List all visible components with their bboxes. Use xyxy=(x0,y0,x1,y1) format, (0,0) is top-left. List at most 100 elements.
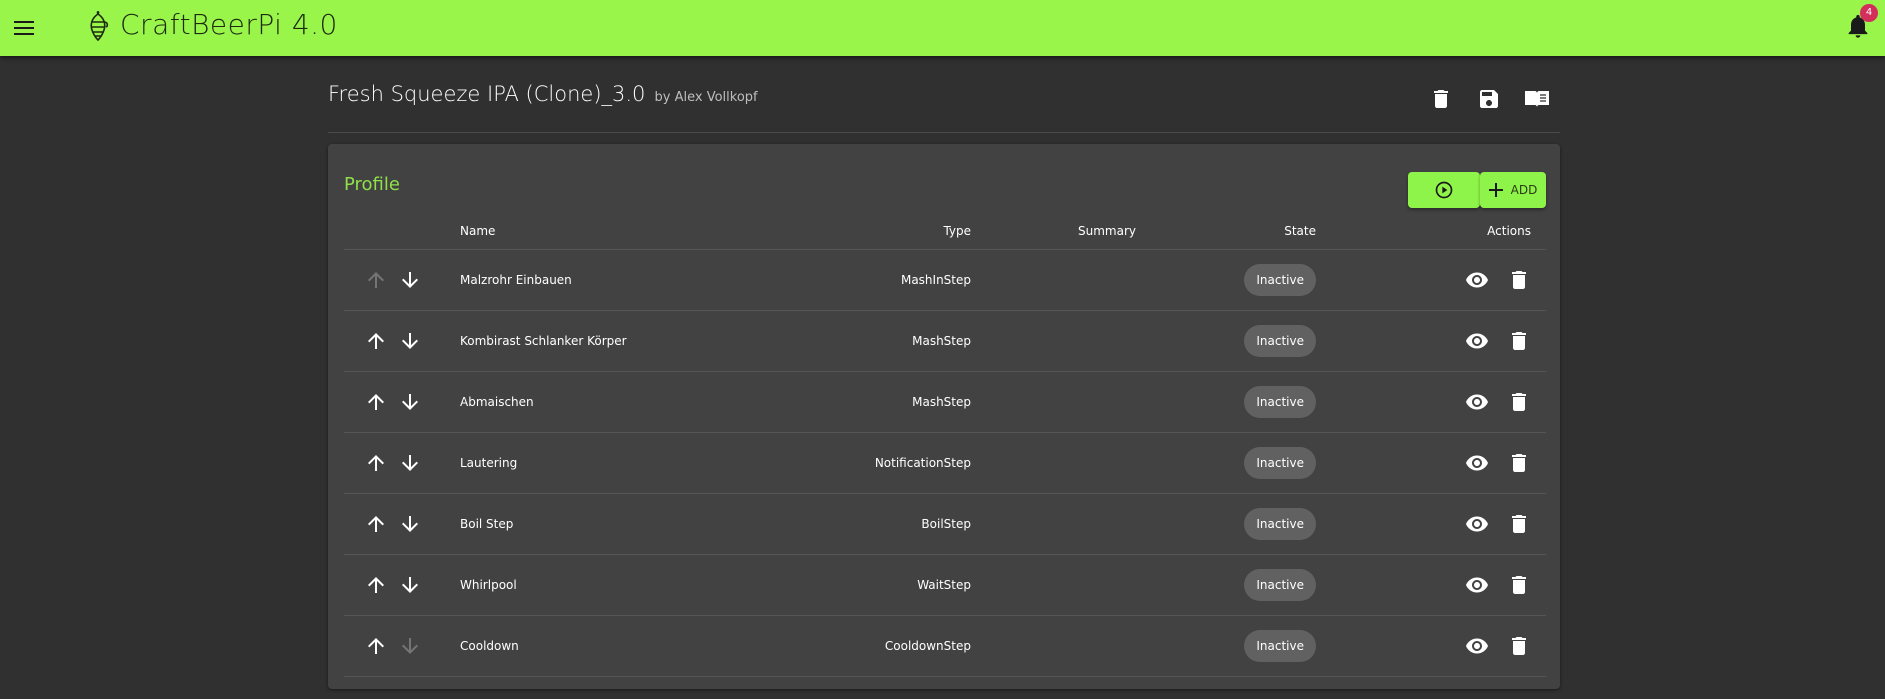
state-chip: Inactive xyxy=(1244,446,1316,479)
state-cell: Inactive xyxy=(1136,432,1316,494)
state-column-header: State xyxy=(1136,214,1316,250)
view-icon[interactable] xyxy=(1465,573,1489,597)
delete-step-icon[interactable] xyxy=(1507,268,1531,292)
type-column-header: Type xyxy=(800,214,971,250)
move-down-icon[interactable] xyxy=(398,268,422,292)
step-type: MashStep xyxy=(800,371,971,433)
step-summary xyxy=(971,249,1136,311)
add-label: ADD xyxy=(1510,183,1538,197)
delete-step-icon[interactable] xyxy=(1507,573,1531,597)
move-up-icon[interactable] xyxy=(364,329,388,353)
table-row: Cooldown CooldownStep Inactive xyxy=(344,615,1546,677)
actions-cell xyxy=(1316,615,1546,677)
move-up-icon[interactable] xyxy=(364,512,388,536)
start-brewing-button[interactable] xyxy=(1408,172,1480,208)
recipe-actions xyxy=(1424,84,1554,114)
delete-recipe-button[interactable] xyxy=(1424,84,1458,114)
menu-icon xyxy=(14,21,34,35)
step-summary xyxy=(971,310,1136,372)
view-icon[interactable] xyxy=(1465,329,1489,353)
step-name: Boil Step xyxy=(460,493,800,555)
view-icon[interactable] xyxy=(1465,512,1489,536)
table-row: Malzrohr Einbauen MashInStep Inactive xyxy=(344,249,1546,311)
summary-column-header: Summary xyxy=(971,214,1136,250)
play-circle-icon xyxy=(1435,181,1453,199)
state-chip: Inactive xyxy=(1244,507,1316,540)
step-name: Cooldown xyxy=(460,615,800,677)
step-summary xyxy=(971,432,1136,494)
table-row: Abmaischen MashStep Inactive xyxy=(344,371,1546,433)
steps-table: Name Type Summary State Actions Malzrohr… xyxy=(344,214,1546,677)
actions-column-header: Actions xyxy=(1316,214,1546,250)
plus-icon xyxy=(1488,183,1503,197)
move-down-icon[interactable] xyxy=(398,573,422,597)
state-chip: Inactive xyxy=(1244,629,1316,662)
save-icon xyxy=(1480,90,1498,108)
state-chip: Inactive xyxy=(1244,385,1316,418)
delete-step-icon[interactable] xyxy=(1507,390,1531,414)
step-name: Lautering xyxy=(460,432,800,494)
state-cell: Inactive xyxy=(1136,371,1316,433)
step-summary xyxy=(971,371,1136,433)
menu-button[interactable] xyxy=(8,12,40,44)
profile-card: Profile ADD Name Type Summary State Acti… xyxy=(328,144,1560,689)
step-type: BoilStep xyxy=(800,493,971,555)
delete-step-icon[interactable] xyxy=(1507,512,1531,536)
delete-icon xyxy=(1434,90,1448,108)
move-down-icon[interactable] xyxy=(398,329,422,353)
move-up-icon[interactable] xyxy=(364,268,388,292)
step-name: Malzrohr Einbauen xyxy=(460,249,800,311)
name-column-header: Name xyxy=(460,214,800,250)
move-column-header xyxy=(344,214,460,250)
recipe-author: by Alex Vollkopf xyxy=(654,90,758,105)
actions-cell xyxy=(1316,310,1546,372)
actions-cell xyxy=(1316,432,1546,494)
delete-step-icon[interactable] xyxy=(1507,634,1531,658)
move-up-icon[interactable] xyxy=(364,390,388,414)
table-row: Boil Step BoilStep Inactive xyxy=(344,493,1546,555)
move-cell xyxy=(344,615,460,677)
move-up-icon[interactable] xyxy=(364,573,388,597)
step-type: NotificationStep xyxy=(800,432,971,494)
header-divider xyxy=(328,132,1560,133)
recipe-header: Fresh Squeeze IPA (Clone)_3.0 by Alex Vo… xyxy=(328,82,758,106)
state-cell: Inactive xyxy=(1136,249,1316,311)
table-header-row: Name Type Summary State Actions xyxy=(344,214,1546,250)
move-cell xyxy=(344,249,460,311)
recipe-book-button[interactable] xyxy=(1520,84,1554,114)
state-cell: Inactive xyxy=(1136,493,1316,555)
move-cell xyxy=(344,371,460,433)
state-cell: Inactive xyxy=(1136,615,1316,677)
state-chip: Inactive xyxy=(1244,263,1316,296)
add-step-button[interactable]: ADD xyxy=(1480,172,1546,208)
actions-cell xyxy=(1316,554,1546,616)
view-icon[interactable] xyxy=(1465,634,1489,658)
move-down-icon[interactable] xyxy=(398,512,422,536)
profile-title: Profile xyxy=(344,174,400,195)
save-recipe-button[interactable] xyxy=(1472,84,1506,114)
move-cell xyxy=(344,310,460,372)
move-down-icon[interactable] xyxy=(398,451,422,475)
state-cell: Inactive xyxy=(1136,554,1316,616)
actions-cell xyxy=(1316,493,1546,555)
step-type: MashInStep xyxy=(800,249,971,311)
move-up-icon[interactable] xyxy=(364,634,388,658)
step-type: MashStep xyxy=(800,310,971,372)
book-icon xyxy=(1525,91,1549,107)
move-up-icon[interactable] xyxy=(364,451,388,475)
notification-badge: 4 xyxy=(1860,4,1878,22)
move-cell xyxy=(344,432,460,494)
app-title: CraftBeerPi 4.0 xyxy=(120,8,338,41)
step-summary xyxy=(971,615,1136,677)
state-chip: Inactive xyxy=(1244,568,1316,601)
actions-cell xyxy=(1316,371,1546,433)
step-name: Kombirast Schlanker Körper xyxy=(460,310,800,372)
view-icon[interactable] xyxy=(1465,451,1489,475)
view-icon[interactable] xyxy=(1465,268,1489,292)
move-down-icon[interactable] xyxy=(398,390,422,414)
delete-step-icon[interactable] xyxy=(1507,451,1531,475)
delete-step-icon[interactable] xyxy=(1507,329,1531,353)
recipe-title: Fresh Squeeze IPA (Clone)_3.0 xyxy=(328,82,646,106)
view-icon[interactable] xyxy=(1465,390,1489,414)
move-down-icon[interactable] xyxy=(398,634,422,658)
